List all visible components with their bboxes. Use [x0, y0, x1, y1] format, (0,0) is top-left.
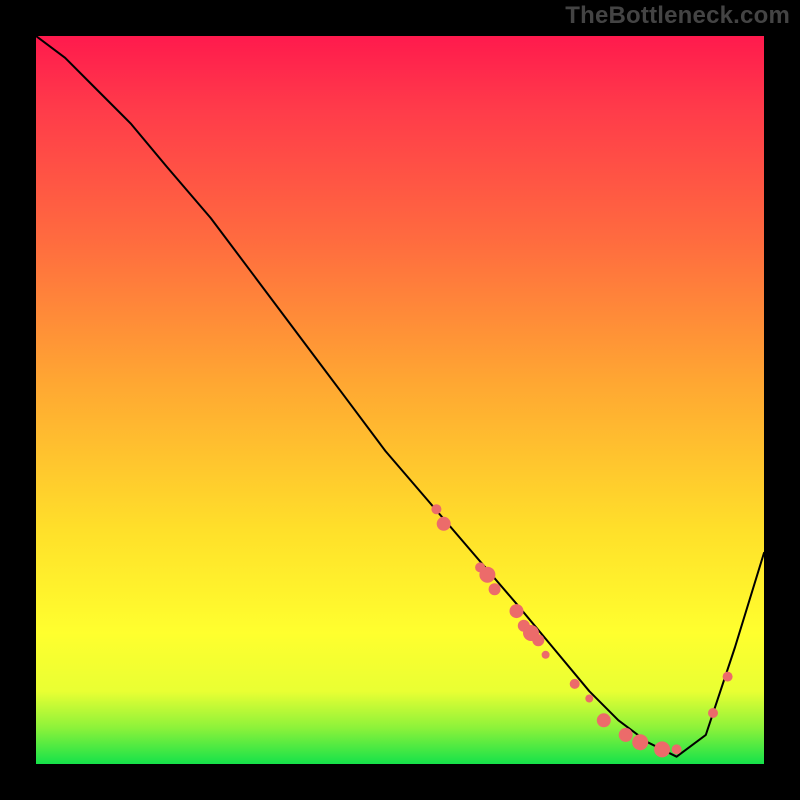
scatter-point	[672, 744, 682, 754]
scatter-point	[632, 734, 648, 750]
scatter-point	[542, 651, 550, 659]
chart-svg	[36, 36, 764, 764]
scatter-points	[431, 504, 732, 757]
chart-frame: TheBottleneck.com	[0, 0, 800, 800]
scatter-point	[437, 517, 451, 531]
scatter-point	[708, 708, 718, 718]
plot-area	[36, 36, 764, 764]
scatter-point	[479, 567, 495, 583]
curve-path	[36, 36, 764, 757]
scatter-point	[723, 672, 733, 682]
scatter-point	[510, 604, 524, 618]
scatter-point	[570, 679, 580, 689]
scatter-point	[585, 695, 593, 703]
scatter-point	[654, 741, 670, 757]
scatter-point	[597, 713, 611, 727]
scatter-point	[532, 634, 544, 646]
scatter-point	[489, 583, 501, 595]
watermark-text: TheBottleneck.com	[565, 2, 790, 30]
scatter-point	[619, 728, 633, 742]
scatter-point	[431, 504, 441, 514]
